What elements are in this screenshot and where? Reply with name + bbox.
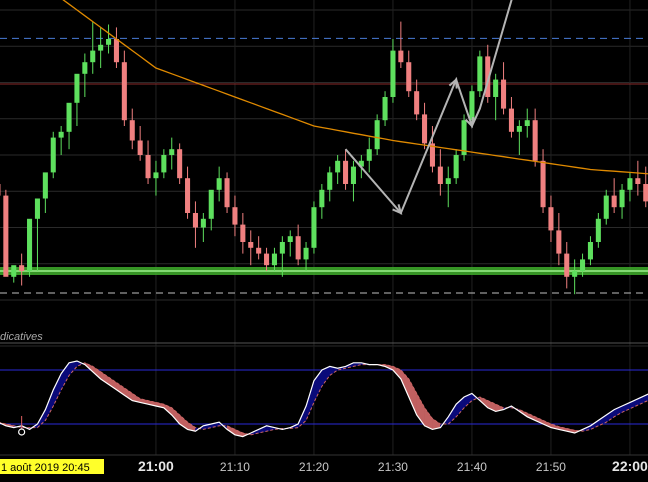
candle-body bbox=[493, 79, 499, 97]
candle-body bbox=[595, 218, 601, 242]
candle-body bbox=[19, 265, 25, 271]
candle-body bbox=[414, 91, 420, 115]
candle-body bbox=[98, 44, 104, 51]
candle-body bbox=[366, 149, 372, 161]
time-tick-label: 21:40 bbox=[457, 460, 487, 474]
candle-body bbox=[224, 178, 230, 208]
candle-body bbox=[153, 172, 159, 179]
candle-body bbox=[548, 207, 554, 231]
candle-body bbox=[343, 160, 349, 184]
candle-body bbox=[398, 50, 404, 63]
candle-body bbox=[185, 178, 191, 213]
candle-body bbox=[311, 207, 317, 248]
candle-body bbox=[240, 224, 246, 242]
candle-body bbox=[422, 114, 428, 144]
candle-body bbox=[501, 79, 507, 109]
candle-body bbox=[121, 62, 127, 121]
candle-body bbox=[461, 120, 467, 155]
candle-body bbox=[319, 189, 325, 208]
candle-body bbox=[437, 166, 443, 184]
time-tick-label: 21:10 bbox=[220, 460, 250, 474]
time-tick-label: 22:00 bbox=[612, 458, 648, 474]
candle-body bbox=[327, 172, 333, 190]
candle-body bbox=[74, 73, 80, 103]
candle-body bbox=[129, 120, 135, 141]
candle-body bbox=[287, 236, 293, 242]
marker-dot bbox=[18, 428, 26, 436]
candle-body bbox=[406, 62, 412, 92]
candle-body bbox=[137, 140, 143, 155]
candle-body bbox=[382, 97, 388, 121]
candle-body bbox=[192, 213, 198, 228]
candle-body bbox=[335, 160, 341, 173]
candle-body bbox=[106, 39, 112, 45]
candle-body bbox=[390, 50, 396, 97]
price-chart[interactable]: dicatives 21:00 21:10 21:20 21:30 21:40 21:50… bbox=[0, 0, 648, 482]
candle-body bbox=[271, 253, 277, 266]
time-tick-label: 21:20 bbox=[299, 460, 329, 474]
candle-body bbox=[643, 184, 648, 202]
candle-body bbox=[303, 247, 309, 260]
candle-body bbox=[532, 120, 538, 161]
candle-body bbox=[469, 91, 475, 121]
candle-body bbox=[248, 242, 254, 248]
candle-body bbox=[58, 131, 64, 138]
candle-body bbox=[508, 108, 514, 132]
candle-body bbox=[564, 253, 570, 277]
candle-body bbox=[619, 189, 625, 208]
candle-body bbox=[572, 271, 578, 277]
candle-body bbox=[524, 120, 530, 126]
candle-body bbox=[264, 253, 270, 266]
candle-body bbox=[540, 160, 546, 208]
candle-body bbox=[34, 198, 40, 219]
candle-body bbox=[27, 218, 33, 271]
candle-body bbox=[208, 189, 214, 219]
candle-body bbox=[82, 62, 88, 74]
candle-body bbox=[42, 172, 48, 199]
candle-body bbox=[627, 178, 633, 190]
candle-body bbox=[177, 149, 183, 179]
time-tick-label: 21:30 bbox=[378, 460, 408, 474]
indicator-pane-label: dicatives bbox=[0, 331, 43, 343]
candle-body bbox=[169, 149, 175, 155]
candle-body bbox=[200, 218, 206, 228]
time-tick-label: 21:00 bbox=[138, 458, 174, 474]
candle-body bbox=[295, 236, 301, 260]
candle-body bbox=[232, 207, 238, 225]
candle-body bbox=[113, 39, 119, 63]
time-tick-label: 21:50 bbox=[536, 460, 566, 474]
candle-body bbox=[635, 178, 641, 184]
candle-body bbox=[453, 155, 459, 179]
candle-body bbox=[516, 126, 522, 132]
candle-body bbox=[216, 178, 222, 190]
candle-body bbox=[603, 195, 609, 219]
candle-body bbox=[374, 120, 380, 150]
candle-body bbox=[587, 242, 593, 260]
current-date-label: 1 août 2019 20:45 bbox=[1, 462, 90, 474]
candle-body bbox=[350, 166, 356, 184]
candle-body bbox=[556, 230, 562, 254]
candle-body bbox=[611, 195, 617, 208]
candle-body bbox=[66, 102, 72, 132]
candle-body bbox=[477, 56, 483, 92]
candle-body bbox=[279, 242, 285, 254]
candle-body bbox=[50, 137, 56, 173]
candle-body bbox=[256, 247, 262, 254]
candle-body bbox=[11, 265, 17, 277]
candle-body bbox=[161, 155, 167, 173]
candle-body bbox=[145, 155, 151, 179]
candle-body bbox=[90, 50, 96, 63]
candle-body bbox=[3, 195, 9, 277]
candle-body bbox=[580, 259, 586, 271]
candle-body bbox=[445, 178, 451, 184]
